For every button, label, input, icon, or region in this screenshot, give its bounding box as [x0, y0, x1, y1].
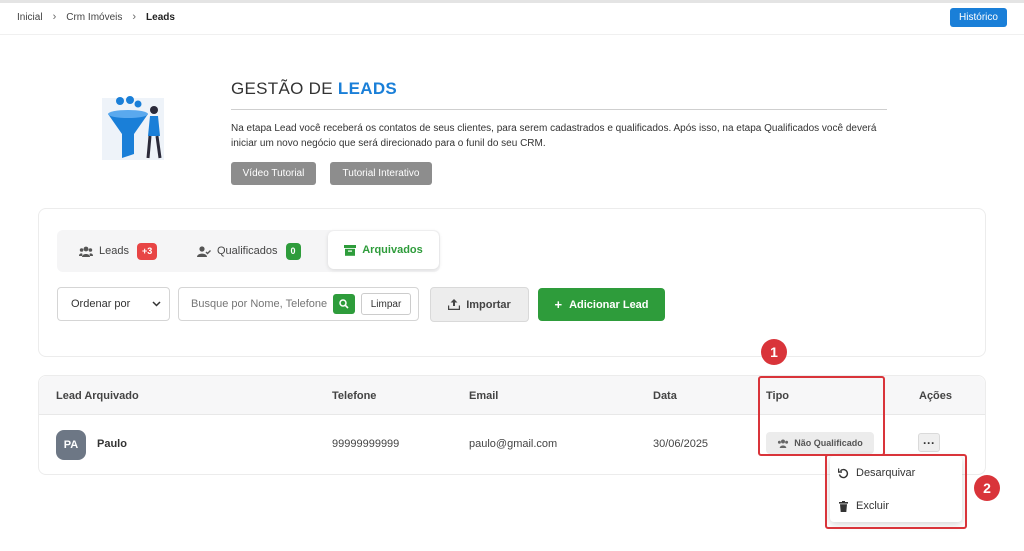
plus-icon: + [554, 297, 563, 312]
lead-name: Paulo [97, 438, 127, 450]
annotation-marker-2: 2 [974, 475, 1000, 501]
column-header-email: Email [469, 390, 499, 402]
annotation-marker-1: 1 [761, 339, 787, 365]
user-check-icon [197, 245, 211, 257]
breadcrumb-home[interactable]: Inicial [17, 12, 43, 23]
column-header-data: Data [653, 390, 677, 402]
page-description: Na etapa Lead você receberá os contatos … [231, 123, 877, 149]
title-divider [231, 109, 887, 110]
tab-qualificados-label: Qualificados [217, 245, 278, 257]
column-header-lead: Lead Arquivado [56, 390, 139, 402]
chevron-right-icon: › [52, 11, 57, 23]
users-icon [79, 246, 93, 257]
tutorial-interativo-button[interactable]: Tutorial Interativo [330, 162, 432, 185]
sort-select[interactable]: Ordenar por [57, 287, 170, 321]
historico-button[interactable]: Histórico [950, 8, 1007, 27]
tab-leads-label: Leads [99, 245, 129, 257]
column-header-acoes: Ações [919, 390, 953, 402]
chevron-right-icon: › [132, 11, 137, 23]
qualificados-count-badge: 0 [285, 242, 301, 260]
tab-leads[interactable]: Leads +3 [79, 230, 158, 272]
tabs-bar: Leads +3 Qualificados 0 Arquivados [57, 230, 440, 272]
lead-telefone: 99999999999 [332, 438, 400, 450]
highlight-tipo-column [758, 376, 885, 456]
chevron-down-icon [152, 301, 161, 307]
archive-icon [344, 244, 357, 256]
sort-select-value: Ordenar por [71, 298, 131, 310]
clear-button[interactable]: Limpar [361, 293, 411, 315]
header-divider [0, 34, 1024, 35]
more-horizontal-icon: ··· [923, 435, 935, 450]
lead-data: 30/06/2025 [653, 438, 709, 450]
lead-email: paulo@gmail.com [469, 438, 558, 450]
search-icon [339, 299, 349, 309]
import-button[interactable]: Importar [430, 287, 529, 322]
breadcrumb-current: Leads [146, 11, 175, 23]
highlight-actions-menu [825, 454, 967, 529]
leads-count-badge: +3 [136, 242, 158, 260]
tab-arquivados-label: Arquivados [362, 244, 423, 256]
add-lead-button-label: Adicionar Lead [569, 298, 649, 311]
breadcrumb: Inicial › Crm Imóveis › Leads [17, 11, 175, 23]
upload-icon [448, 299, 461, 310]
breadcrumb-module[interactable]: Crm Imóveis [66, 12, 122, 23]
search-group: Limpar [178, 287, 419, 321]
row-actions-button[interactable]: ··· [918, 433, 940, 452]
search-input[interactable] [179, 288, 331, 320]
import-button-label: Importar [466, 298, 511, 311]
page-title: GESTÃO DE LEADS [231, 79, 398, 98]
video-tutorial-button[interactable]: Vídeo Tutorial [231, 162, 316, 185]
add-lead-button[interactable]: + Adicionar Lead [538, 288, 665, 321]
column-header-telefone: Telefone [332, 390, 377, 402]
avatar: PA [56, 430, 86, 460]
funnel-illustration-icon [102, 96, 164, 160]
search-button[interactable] [333, 294, 355, 314]
tab-arquivados[interactable]: Arquivados [328, 231, 439, 269]
top-border [0, 0, 1024, 3]
tab-qualificados[interactable]: Qualificados 0 [197, 230, 301, 272]
